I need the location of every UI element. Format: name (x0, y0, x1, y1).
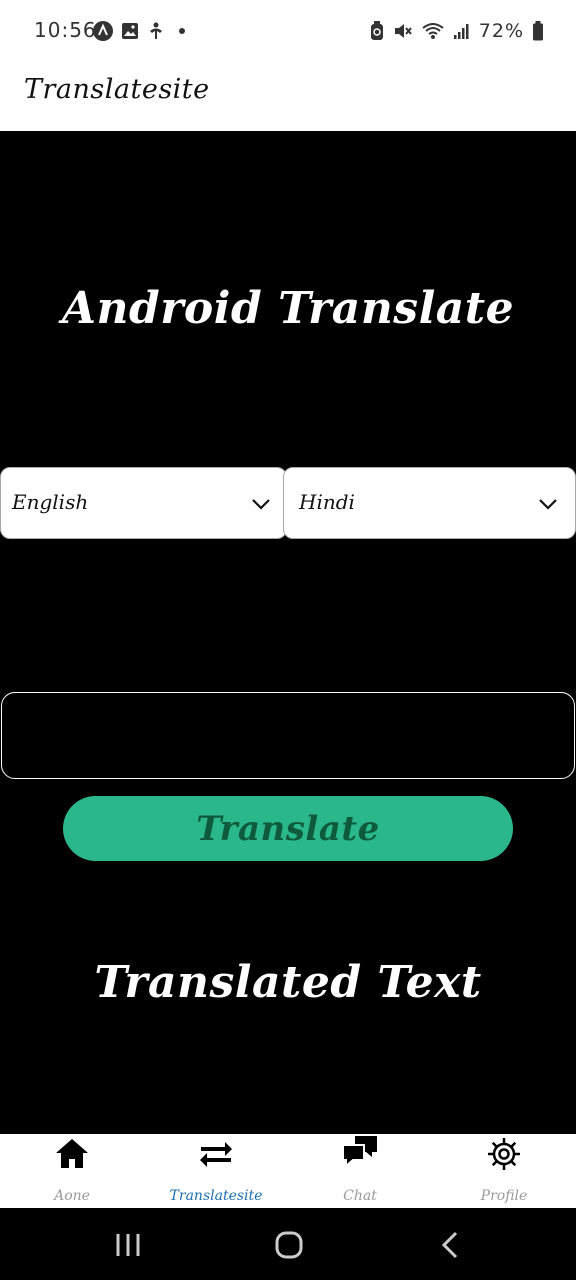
target-language-dropdown[interactable]: Hindi (283, 467, 576, 539)
bottom-navigation: Aone Translatesite Chat Profile (0, 1134, 576, 1208)
nav-label-chat: Chat (343, 1188, 377, 1204)
chevron-down-icon (252, 499, 270, 510)
gallery-icon (122, 23, 138, 39)
back-icon[interactable] (436, 1230, 466, 1260)
mute-icon (394, 24, 412, 38)
accessibility-icon (150, 22, 162, 39)
source-language-value: English (12, 490, 89, 514)
system-navigation-bar (0, 1208, 576, 1280)
nav-label-aone: Aone (54, 1188, 90, 1204)
notification-a-icon (93, 21, 113, 41)
nav-label-profile: Profile (480, 1188, 528, 1204)
nav-item-aone[interactable]: Aone (0, 1134, 144, 1208)
battery-icon (533, 21, 543, 41)
wifi-icon (422, 23, 444, 39)
app-bar: Translatesite (0, 64, 576, 131)
status-time: 10:56 (34, 18, 97, 42)
gear-icon (488, 1138, 520, 1170)
more-notifications-dot-icon (179, 28, 185, 34)
chat-icon (342, 1136, 377, 1169)
home-button-icon[interactable] (274, 1230, 304, 1260)
target-language-value: Hindi (299, 490, 355, 514)
signal-icon (453, 24, 469, 39)
nav-item-profile[interactable]: Profile (432, 1134, 576, 1208)
swap-arrows-icon (200, 1142, 232, 1167)
translated-text-output: Translated Text (94, 957, 482, 1008)
main-content: Android Translate English Hindi Translat… (0, 131, 576, 1134)
source-text-input[interactable] (1, 692, 575, 779)
source-language-dropdown[interactable]: English (0, 467, 287, 539)
nav-label-translatesite: Translatesite (169, 1188, 263, 1204)
home-icon (56, 1139, 88, 1168)
nav-item-translatesite[interactable]: Translatesite (144, 1134, 288, 1208)
app-title: Translatesite (24, 74, 210, 105)
chevron-down-icon (539, 499, 557, 510)
battery-percentage: 72% (478, 20, 524, 42)
translate-button[interactable]: Translate (63, 796, 513, 861)
nav-item-chat[interactable]: Chat (288, 1134, 432, 1208)
page-heading: Android Translate (61, 283, 515, 334)
recent-apps-icon[interactable] (113, 1230, 143, 1260)
battery-saver-icon (370, 21, 383, 40)
status-bar: 10:56 72% (0, 0, 576, 64)
